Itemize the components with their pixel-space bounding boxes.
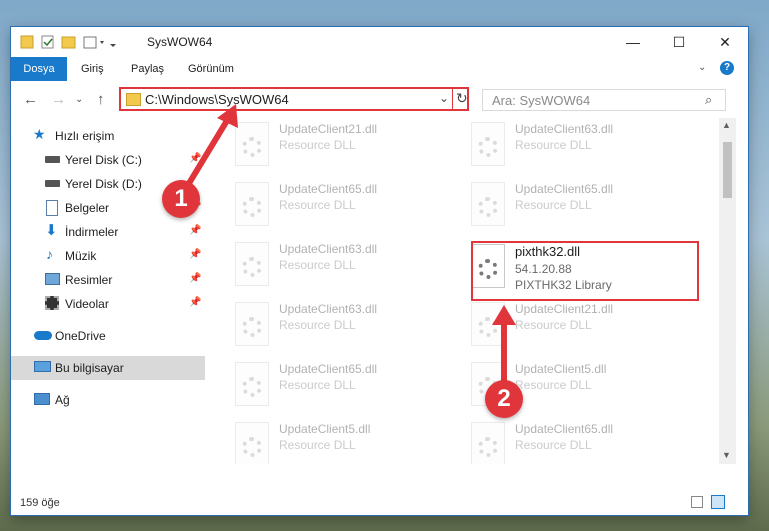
step-1-badge: 1: [162, 180, 200, 218]
step-2-badge: 2: [485, 380, 523, 418]
annotation-overlay: [185, 104, 516, 383]
